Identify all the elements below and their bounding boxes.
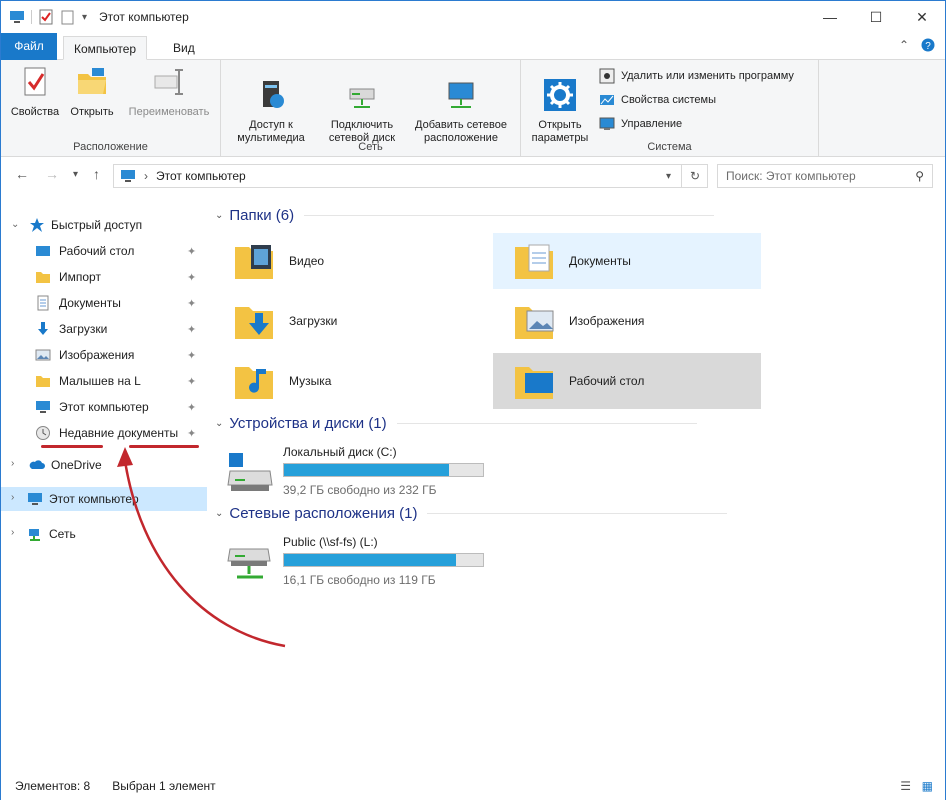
tiles-view-icon[interactable]: ▦ — [922, 779, 933, 793]
annotation-arrow — [117, 447, 286, 648]
status-selection: Выбран 1 элемент — [112, 779, 216, 793]
details-view-icon[interactable]: ☰ — [900, 779, 911, 793]
content-pane: ⌄ Папки (6) Видео Документы Загрузки Изо… — [117, 197, 945, 772]
explorer-window: ▾ Этот компьютер — ☐ ✕ Файл Компьютер Ви… — [0, 0, 946, 800]
status-item-count: Элементов: 8 — [15, 779, 91, 793]
status-bar: Элементов: 8 Выбран 1 элемент ☰ ▦ — [1, 772, 945, 800]
